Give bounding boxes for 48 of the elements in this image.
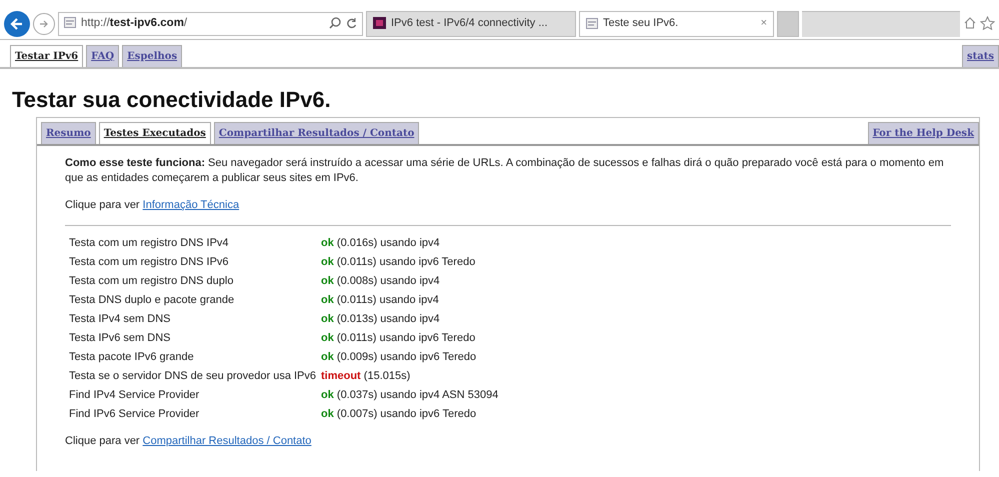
tab-title: IPv6 test - IPv6/4 connectivity ...: [391, 16, 549, 32]
test-result: ok (0.009s) usando ipv6 Teredo: [321, 350, 476, 366]
site-tab[interactable]: Espelhos: [122, 45, 182, 67]
panel-tab[interactable]: Compartilhar Resultados / Contato: [214, 122, 420, 144]
test-result: ok (0.011s) usando ipv4: [321, 293, 439, 308]
browser-tab[interactable]: IPv6 test - IPv6/4 connectivity ...: [366, 10, 576, 36]
share-results-link[interactable]: Compartilhar Resultados / Contato: [142, 434, 312, 447]
address-bar[interactable]: http://test-ipv6.com/: [58, 12, 363, 36]
test-result: ok (0.011s) usando ipv6 Teredo: [321, 331, 476, 346]
link-prefix: Clique para ver: [65, 434, 140, 447]
arrow-icon: [39, 18, 49, 28]
panel-tab[interactable]: Resumo: [41, 122, 96, 144]
test-name: Testa IPv6 sem DNS: [69, 331, 172, 346]
test-result: ok (0.013s) usando ipv4: [321, 312, 440, 328]
site-tab[interactable]: Testar IPv6: [10, 45, 84, 67]
intro-paragraph: Como esse teste funciona: Seu navegador será instruído a acessar uma série de URLs. A combinação de sucessos e falhas dirá o quão preparado você está para o momento em que as entidades começarem a publicar seus sites em IPv6.: [65, 156, 945, 186]
close-button[interactable]: ×: [760, 15, 767, 32]
test-name: Testa se o servidor DNS de seu provedor usa IPv6: [69, 369, 318, 384]
test-name: Testa com um registro DNS duplo: [69, 274, 234, 290]
url-text: http://test-ipv6.com/: [81, 16, 188, 31]
test-result: ok (0.037s) usando ipv4 ASN 53094: [321, 388, 498, 404]
stats-tab[interactable]: stats: [962, 45, 999, 67]
panel-tab[interactable]: Testes Executados: [98, 122, 211, 144]
test-name: Testa com um registro DNS IPv6: [69, 255, 230, 270]
test-name: Testa com um registro DNS IPv4: [69, 236, 230, 252]
test-name: Testa DNS duplo e pacote grande: [69, 293, 236, 308]
forward-button[interactable]: [33, 12, 55, 34]
tab-title: Teste seu IPv6.: [603, 16, 680, 32]
page-heading: Testar sua conectividade IPv6.: [12, 87, 332, 114]
link-prefix: Clique para ver: [65, 199, 140, 212]
test-result: ok (0.011s) usando ipv6 Teredo: [321, 255, 476, 270]
star-icon[interactable]: [980, 15, 995, 32]
test-result: ok (0.008s) usando ipv4: [321, 274, 440, 290]
page-icon: [586, 15, 598, 32]
test-name: Find IPv4 Service Provider: [69, 388, 200, 404]
technical-info-link[interactable]: Informação Técnica: [142, 199, 240, 212]
test-result: timeout (15.015s): [321, 369, 410, 384]
test-name: Testa pacote IPv6 grande: [69, 350, 195, 366]
test-name: Find IPv6 Service Provider: [69, 407, 200, 422]
browser-tab[interactable]: Teste seu IPv6. ×: [579, 10, 774, 36]
help-desk-tab[interactable]: For the Help Desk: [868, 122, 979, 144]
test-result: ok (0.007s) usando ipv6 Teredo: [321, 407, 476, 422]
arrow-icon: [10, 16, 24, 30]
test-name: Testa IPv4 sem DNS: [69, 312, 172, 328]
test-result: ok (0.016s) usando ipv4: [321, 236, 440, 252]
site-tab[interactable]: FAQ: [86, 45, 120, 67]
page-icon: [373, 15, 386, 32]
back-button[interactable]: [4, 10, 30, 36]
